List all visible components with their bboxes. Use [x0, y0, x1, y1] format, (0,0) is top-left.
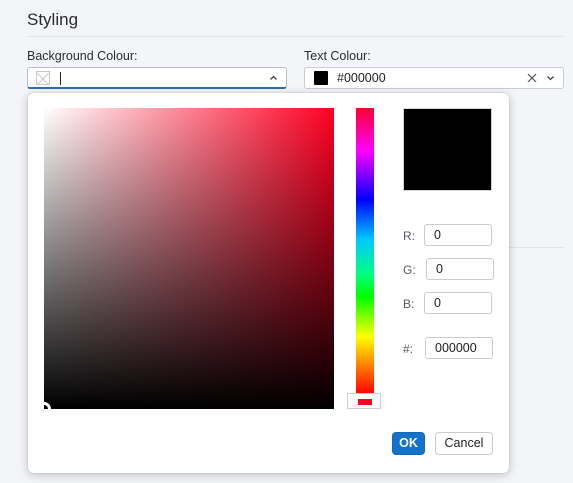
red-label: R: [403, 229, 415, 243]
color-preview [403, 108, 492, 191]
green-input[interactable]: 0 [426, 258, 494, 280]
saturation-value-handle[interactable] [37, 402, 51, 416]
background-colour-combo[interactable] [27, 67, 287, 89]
text-caret [60, 72, 61, 85]
chevron-down-icon[interactable] [546, 71, 555, 89]
section-divider [27, 36, 563, 37]
ok-button[interactable]: OK [392, 432, 425, 455]
blue-label: B: [403, 297, 415, 311]
hex-input[interactable]: 000000 [425, 337, 493, 359]
blue-input[interactable]: 0 [424, 292, 492, 314]
hue-slider[interactable] [356, 108, 374, 394]
red-input[interactable]: 0 [424, 224, 492, 246]
close-icon[interactable] [526, 71, 538, 85]
hex-label: #: [403, 342, 414, 356]
hue-handle-swatch [358, 399, 372, 405]
green-label: G: [403, 263, 416, 277]
text-colour-value[interactable]: #000000 [337, 71, 386, 86]
saturation-value-field[interactable] [37, 108, 334, 416]
text-colour-swatch [314, 71, 328, 85]
background-colour-label: Background Colour: [27, 49, 138, 63]
hue-slider-handle[interactable] [347, 393, 381, 409]
chevron-up-icon[interactable] [269, 71, 278, 89]
text-colour-label: Text Colour: [304, 49, 371, 63]
background-divider [508, 247, 563, 248]
color-picker-popup: R: 0 G: 0 B: 0 #: 000000 OK Cancel [28, 93, 509, 473]
section-title: Styling [27, 10, 79, 29]
no-colour-swatch-icon [36, 71, 50, 86]
text-colour-combo[interactable]: #000000 [304, 67, 564, 89]
cancel-button[interactable]: Cancel [435, 432, 493, 455]
